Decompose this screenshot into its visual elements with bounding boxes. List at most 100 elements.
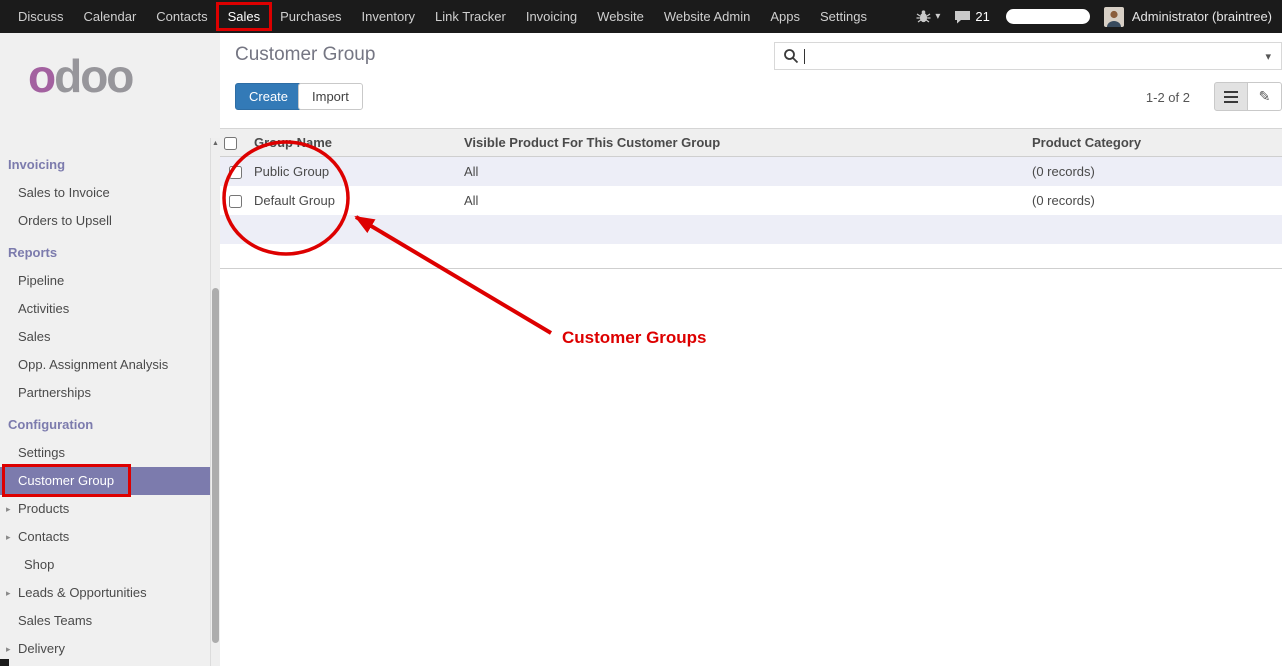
sidebar-item-label: Sales to Invoice	[18, 179, 110, 207]
table-row[interactable]: Public Group All (0 records)	[220, 157, 1282, 186]
logo-rest: doo	[54, 50, 132, 102]
row-checkbox[interactable]	[229, 166, 242, 179]
row-checkbox-cell	[220, 186, 250, 215]
sidebar-item-settings[interactable]: Settings	[0, 439, 210, 467]
chat-bubble-icon	[954, 10, 971, 24]
text-cursor	[804, 49, 805, 64]
chevron-down-icon: ▾	[935, 11, 940, 22]
row-checkbox[interactable]	[229, 195, 242, 208]
sidebar-item-label: Contacts	[18, 523, 69, 551]
sidebar-item-leads-opportunities[interactable]: ▸Leads & Opportunities	[0, 579, 210, 607]
sidebar-item-activities[interactable]: Activities	[0, 295, 210, 323]
sidebar-item-products[interactable]: ▸Products	[0, 495, 210, 523]
sidebar-item-label: Orders to Upsell	[18, 207, 112, 235]
scroll-up-icon[interactable]: ▲	[211, 140, 220, 148]
messages-menu[interactable]: 21	[954, 9, 989, 24]
main-content: Customer Group ▾ Create Import 1-2 of 2 …	[220, 33, 1282, 666]
sidebar-item-label: Pipeline	[18, 267, 64, 295]
menu-calendar[interactable]: Calendar	[74, 0, 147, 33]
row-checkbox-cell	[220, 157, 250, 186]
menu-invoicing[interactable]: Invoicing	[516, 0, 587, 33]
menu-sales[interactable]: Sales	[218, 0, 271, 33]
sidebar-item-sales-to-invoice[interactable]: Sales to Invoice	[0, 179, 210, 207]
user-menu[interactable]: Administrator (braintree)	[1132, 9, 1272, 24]
column-header-group-name[interactable]: Group Name	[250, 129, 460, 157]
sidebar-item-label: Settings	[18, 439, 65, 467]
view-switcher: ✎	[1214, 82, 1282, 111]
expand-icon: ▸	[6, 495, 18, 523]
sidebar-item-customer-group[interactable]: Customer Group	[0, 467, 210, 495]
menu-link-tracker[interactable]: Link Tracker	[425, 0, 516, 33]
menu-settings[interactable]: Settings	[810, 0, 877, 33]
cell-group-name: Public Group	[250, 157, 460, 186]
sidebar-item-shop[interactable]: Shop	[0, 551, 210, 579]
sidebar-item-sales[interactable]: Sales	[0, 323, 210, 351]
search-dropdown-icon[interactable]: ▾	[1263, 50, 1273, 63]
expand-icon: ▸	[6, 579, 18, 607]
menu-inventory[interactable]: Inventory	[352, 0, 425, 33]
sidebar-item-label: Partnerships	[18, 379, 91, 407]
top-navbar: Discuss Calendar Contacts Sales Purchase…	[0, 0, 1282, 33]
sidebar-heading-reports: Reports	[0, 239, 210, 267]
select-all-checkbox[interactable]	[224, 137, 237, 150]
menu-website[interactable]: Website	[587, 0, 654, 33]
column-header-product-category[interactable]: Product Category	[1028, 129, 1282, 157]
avatar-image	[1104, 7, 1124, 27]
empty-row	[220, 215, 1282, 244]
sidebar-item-label: Opp. Assignment Analysis	[18, 351, 168, 379]
sidebar-item-delivery[interactable]: ▸Delivery	[0, 635, 210, 663]
messages-count-badge: 21	[975, 9, 989, 24]
sidebar-item-pipeline[interactable]: Pipeline	[0, 267, 210, 295]
sheet-footer	[220, 244, 1282, 269]
sidebar-item-contacts[interactable]: ▸Contacts	[0, 523, 210, 551]
form-view-button[interactable]: ✎	[1248, 82, 1282, 111]
sidebar-menu: Invoicing Sales to Invoice Orders to Ups…	[0, 151, 210, 666]
search-bar[interactable]: ▾	[774, 42, 1282, 70]
sidebar-item-sales-teams[interactable]: Sales Teams	[0, 607, 210, 635]
expand-icon: ▸	[6, 523, 18, 551]
avatar[interactable]	[1104, 7, 1124, 27]
list-view-icon	[1224, 91, 1238, 103]
sidebar-item-partnerships[interactable]: Partnerships	[0, 379, 210, 407]
sidebar-item-orders-to-upsell[interactable]: Orders to Upsell	[0, 207, 210, 235]
page-title: Customer Group	[235, 44, 375, 66]
pager[interactable]: 1-2 of 2	[1146, 90, 1190, 105]
list-view-button[interactable]	[1214, 82, 1248, 111]
topbar-right: ▾ 21 Administrator (braintree)	[902, 0, 1282, 33]
odoo-logo[interactable]: odoo	[28, 53, 132, 99]
list-view-sheet: Group Name Visible Product For This Cust…	[220, 128, 1282, 269]
select-all-cell	[220, 129, 250, 157]
sidebar-heading-configuration: Configuration	[0, 411, 210, 439]
column-header-visible-product[interactable]: Visible Product For This Customer Group	[460, 129, 1028, 157]
cell-product-category: (0 records)	[1028, 157, 1282, 186]
cell-visible-product: All	[460, 157, 1028, 186]
window-corner	[0, 659, 9, 666]
sidebar-item-label: Customer Group	[18, 467, 114, 495]
sidebar-scrollbar[interactable]: ▲	[210, 138, 220, 666]
sidebar: odoo Invoicing Sales to Invoice Orders t…	[0, 33, 220, 666]
sidebar-item-opp-assignment-analysis[interactable]: Opp. Assignment Analysis	[0, 351, 210, 379]
menu-sales-label: Sales	[228, 9, 261, 24]
sidebar-item-label: Shop	[24, 551, 54, 579]
table-row[interactable]: Default Group All (0 records)	[220, 186, 1282, 215]
import-button[interactable]: Import	[298, 83, 363, 110]
scrollbar-thumb[interactable]	[212, 288, 219, 643]
menu-purchases[interactable]: Purchases	[270, 0, 351, 33]
search-input[interactable]	[807, 49, 1263, 64]
sidebar-item-label: Sales Teams	[18, 607, 92, 635]
top-menu: Discuss Calendar Contacts Sales Purchase…	[0, 0, 877, 33]
customer-group-table: Group Name Visible Product For This Cust…	[220, 128, 1282, 244]
search-icon	[783, 48, 799, 64]
menu-website-admin[interactable]: Website Admin	[654, 0, 760, 33]
menu-apps[interactable]: Apps	[760, 0, 810, 33]
progress-indicator	[1006, 9, 1090, 24]
debug-menu[interactable]: ▾	[916, 10, 940, 23]
menu-discuss[interactable]: Discuss	[8, 0, 74, 33]
odoo-backend-window: Discuss Calendar Contacts Sales Purchase…	[0, 0, 1282, 666]
form-view-icon: ✎	[1259, 88, 1271, 105]
menu-contacts[interactable]: Contacts	[146, 0, 217, 33]
bug-icon	[916, 10, 931, 23]
create-button[interactable]: Create	[235, 83, 302, 110]
sidebar-item-label: Activities	[18, 295, 69, 323]
cell-visible-product: All	[460, 186, 1028, 215]
